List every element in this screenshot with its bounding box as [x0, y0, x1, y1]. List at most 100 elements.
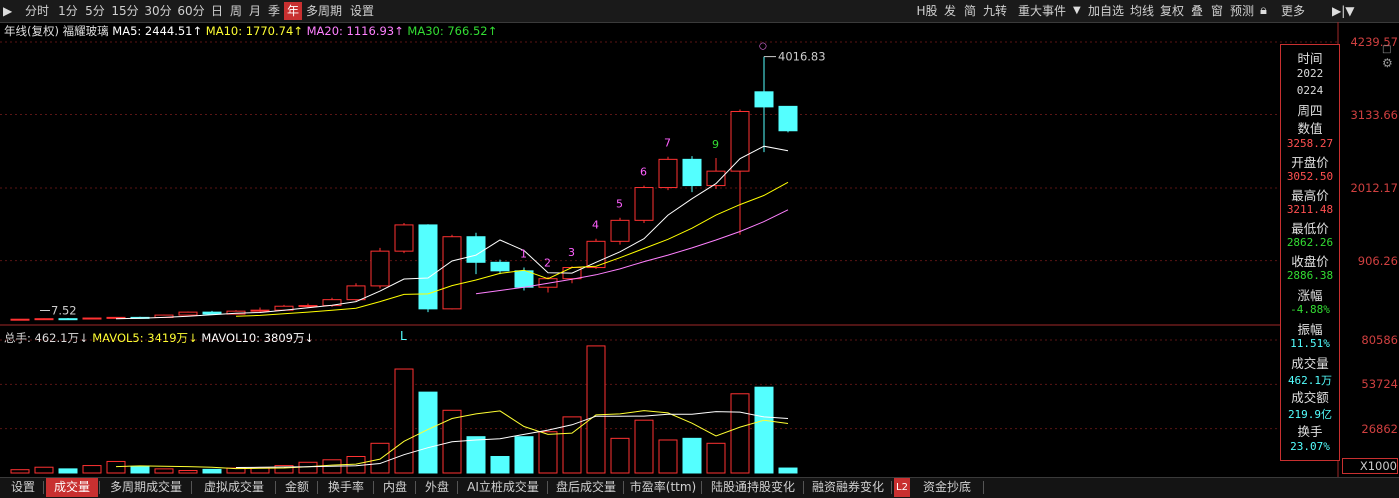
- volume-bar: [538, 431, 558, 474]
- change-label: 涨幅: [1297, 288, 1323, 303]
- volume-bar: [754, 386, 774, 474]
- period-tab-7[interactable]: 周: [227, 2, 245, 20]
- data-window: 时间 2022 0224 周四 数值 3258.27 开盘价 3052.50 最…: [1280, 44, 1340, 461]
- candle-body: [10, 318, 30, 321]
- period-tab-6[interactable]: 日: [208, 2, 226, 20]
- value-label: 数值: [1297, 121, 1323, 136]
- indicator-tab-5[interactable]: 换手率: [320, 478, 372, 497]
- indicator-tab-4[interactable]: 金额: [278, 478, 316, 497]
- high-value: 3211.48: [1286, 203, 1334, 216]
- toolbar-button-3[interactable]: 九转: [981, 2, 1009, 20]
- high-label: 最高价: [1291, 188, 1329, 203]
- time-label: 时间: [1297, 51, 1323, 66]
- period-tab-0[interactable]: 分时: [20, 2, 54, 20]
- dropdown-arrow-icon[interactable]: ▼: [1073, 3, 1083, 19]
- year-value: 2022: [1296, 67, 1324, 80]
- indicator-tab-13[interactable]: 资金抄底: [912, 478, 982, 497]
- toolbar-button-11[interactable]: 更多: [1278, 2, 1308, 20]
- volume-bar: [82, 465, 102, 474]
- period-tab-12[interactable]: 设置: [346, 2, 378, 20]
- volume-bar: [298, 461, 318, 474]
- candle-body: [682, 158, 702, 187]
- collapse-icon[interactable]: ▶|▼: [1332, 3, 1362, 19]
- high-value-label: 4016.83: [778, 50, 826, 64]
- candle-body: [202, 311, 222, 315]
- td-count-1: 1: [520, 248, 527, 261]
- candle-body: [634, 187, 654, 221]
- date-value: 0224: [1296, 84, 1324, 97]
- period-tab-4[interactable]: 30分: [142, 2, 174, 20]
- kline-chart[interactable]: 4016.83 ○ 7.52 L 1 2 3 4 5 6 7 9: [0, 22, 1399, 477]
- candle-body: [34, 318, 54, 321]
- period-tab-10[interactable]: 年: [284, 2, 302, 20]
- toolbar-button-10[interactable]: 预测: [1228, 2, 1256, 20]
- indicator-tab-11[interactable]: 陆股通持股变化: [704, 478, 802, 497]
- indicator-tab-9[interactable]: 盘后成交量: [550, 478, 622, 497]
- toolbar-button-1[interactable]: 发: [941, 2, 959, 20]
- indicator-tab-1[interactable]: 成交量: [46, 478, 98, 497]
- period-tab-8[interactable]: 月: [246, 2, 264, 20]
- toolbar-button-9[interactable]: 窗: [1208, 2, 1226, 20]
- period-tab-3[interactable]: 15分: [109, 2, 141, 20]
- toolbar-button-7[interactable]: 复权: [1158, 2, 1186, 20]
- toolbar-button-2[interactable]: 简: [961, 2, 979, 20]
- close-value: 2886.38: [1286, 269, 1334, 282]
- candle-body: [298, 305, 318, 308]
- candle-body: [442, 236, 462, 310]
- indicator-tab-6[interactable]: 内盘: [376, 478, 414, 497]
- period-tab-11[interactable]: 多周期: [303, 2, 345, 20]
- volume-bar: [10, 469, 30, 474]
- volume-bar: [202, 468, 222, 474]
- settings-gear-icon[interactable]: ⚙: [1382, 56, 1393, 70]
- amplitude-label: 振幅: [1297, 322, 1323, 337]
- toolbar-button-5[interactable]: 加自选: [1086, 2, 1126, 20]
- indicator-tab-12[interactable]: 融资融券变化: [806, 478, 890, 497]
- lock-icon[interactable]: 🔒︎: [1260, 3, 1274, 19]
- drag-handle-icon[interactable]: ▶: [3, 4, 17, 18]
- indicator-tab-0[interactable]: 设置: [4, 478, 42, 497]
- volume-bar: [106, 460, 126, 474]
- td-count-5: 5: [616, 198, 623, 211]
- candle-body: [394, 224, 414, 252]
- volume-axis-tick: 53724: [1361, 377, 1398, 392]
- period-tab-2[interactable]: 5分: [82, 2, 108, 20]
- candle-body: [466, 236, 486, 263]
- toolbar-button-6[interactable]: 均线: [1128, 2, 1156, 20]
- candle-body: [754, 91, 774, 108]
- volume-bar: [634, 419, 654, 474]
- low-label: 最低价: [1291, 221, 1329, 236]
- low-marker: L: [400, 329, 407, 343]
- volume-bar: [130, 465, 150, 474]
- period-tab-9[interactable]: 季: [265, 2, 283, 20]
- amount-value: 219.9亿: [1287, 408, 1333, 421]
- toolbar-button-0[interactable]: H股: [915, 2, 939, 20]
- l2-badge: L2: [894, 478, 910, 497]
- volume-bar: [778, 467, 798, 474]
- high-marker: ○: [759, 42, 767, 52]
- period-tab-1[interactable]: 1分: [55, 2, 81, 20]
- indicator-tab-7[interactable]: 外盘: [418, 478, 456, 497]
- volume-bar: [658, 439, 678, 474]
- turnover-label: 换手: [1297, 424, 1323, 439]
- close-panel-icon[interactable]: □: [1382, 44, 1391, 55]
- candle-body: [250, 309, 270, 312]
- indicator-tab-10[interactable]: 市盈率(ttm): [626, 478, 700, 497]
- volume-axis-tick: X1000: [1342, 458, 1398, 474]
- toolbar-button-8[interactable]: 叠: [1188, 2, 1206, 20]
- candle-body: [778, 105, 798, 132]
- indicator-tabs: 设置 成交量 多周期成交量 虚拟成交量 金额 换手率 内盘 外盘 AI立桩成交量 盘后成交量 市盈率…: [0, 477, 1399, 498]
- close-label: 收盘价: [1291, 254, 1329, 269]
- indicator-tab-2[interactable]: 多周期成交量: [102, 478, 190, 497]
- amount-label: 成交额: [1291, 390, 1329, 405]
- indicator-tab-8[interactable]: AI立桩成交量: [460, 478, 546, 497]
- indicator-tab-3[interactable]: 虚拟成交量: [194, 478, 274, 497]
- volume-bar: [610, 437, 630, 474]
- value-value: 3258.27: [1286, 137, 1334, 150]
- weekday-value: 周四: [1297, 103, 1323, 118]
- volume-bar: [178, 470, 198, 474]
- period-tab-5[interactable]: 60分: [175, 2, 207, 20]
- volume-axis-tick: 26862: [1361, 421, 1398, 436]
- volume-bar: [466, 436, 486, 474]
- candle-body: [370, 250, 390, 287]
- toolbar-button-4[interactable]: 重大事件: [1012, 2, 1072, 20]
